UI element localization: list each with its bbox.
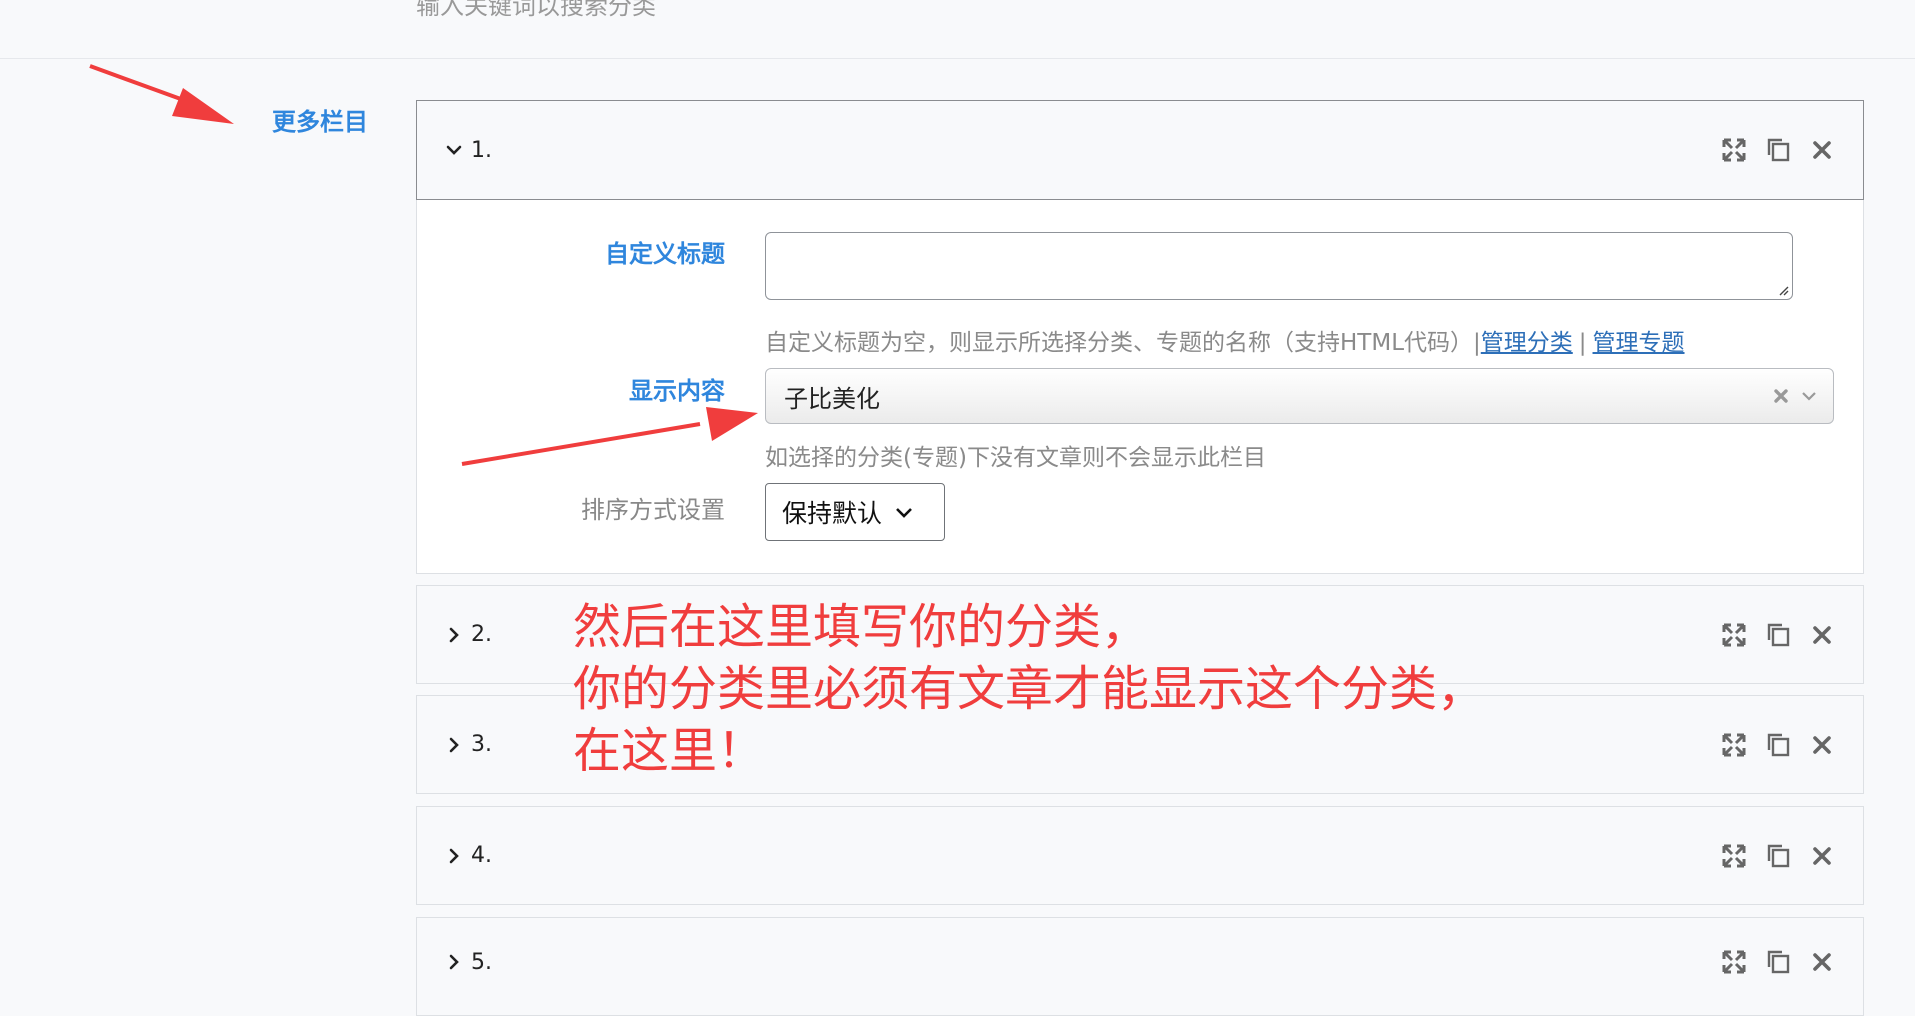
annotation-arrows [89,64,758,466]
arrow-to-content-select [461,407,758,466]
arrow-to-section-label [89,64,234,124]
